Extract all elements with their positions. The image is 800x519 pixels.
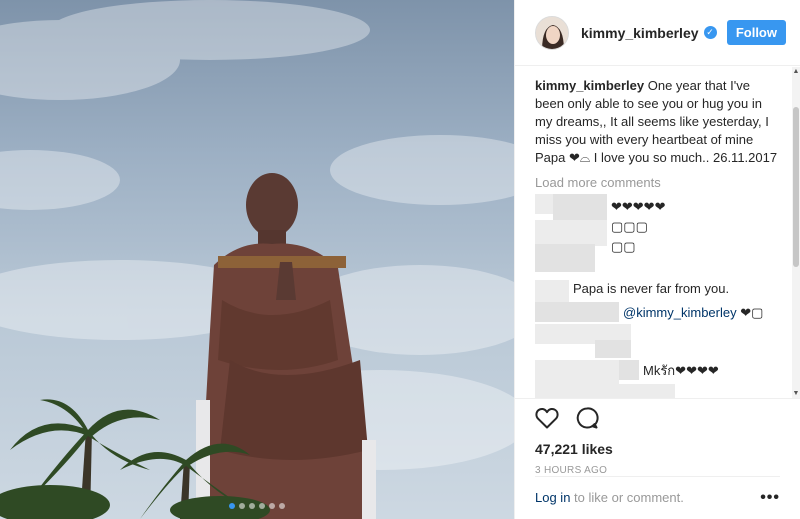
- blurred-block: [535, 220, 607, 246]
- comment-bubble-icon[interactable]: [575, 406, 599, 435]
- scroll-up-arrow-icon[interactable]: ▲: [792, 68, 800, 75]
- post-side-panel: kimmy_kimberley ✓ Follow kimmy_kimberley…: [514, 0, 800, 519]
- verified-badge-icon: ✓: [703, 26, 717, 39]
- post-actions: 47,221 likes 3 HOURS AGO: [515, 398, 800, 476]
- follow-button[interactable]: Follow: [726, 20, 786, 45]
- post-header: kimmy_kimberley ✓ Follow: [515, 0, 800, 66]
- carousel-dot-5[interactable]: [269, 503, 275, 509]
- comment-text: ❤▢: [740, 305, 764, 320]
- comment-line: @kimmy_kimberley ❤▢: [623, 304, 763, 322]
- blurred-username: [553, 194, 607, 222]
- post-username[interactable]: kimmy_kimberley: [581, 25, 699, 41]
- blurred-username: [535, 360, 619, 384]
- login-text: Log in to like or comment.: [535, 490, 684, 505]
- comment-text: ❤❤❤❤❤: [611, 199, 666, 214]
- action-icons: [535, 406, 781, 435]
- comment-text: Papa is never far from you.: [573, 281, 730, 296]
- blurred-username: [535, 302, 619, 322]
- login-prompt: Log in to like or comment. •••: [535, 476, 780, 518]
- comment-text: ▢▢▢: [611, 219, 648, 234]
- comment-text: ▢▢: [611, 239, 636, 254]
- post-timestamp[interactable]: 3 HOURS AGO: [535, 465, 781, 476]
- blurred-username: [535, 280, 569, 304]
- carousel-dot-2[interactable]: [239, 503, 245, 509]
- scroll-thumb[interactable]: [793, 107, 799, 267]
- list-item: Papa is never far from you.: [535, 280, 781, 304]
- carousel-indicator: [0, 503, 514, 509]
- list-item: ❤❤❤❤❤ ▢▢▢ ▢▢: [535, 194, 781, 274]
- heart-icon[interactable]: [535, 407, 559, 434]
- list-item: @kimmy_kimberley ❤▢: [535, 302, 781, 358]
- scroll-down-arrow-icon[interactable]: ▼: [792, 390, 800, 397]
- blurred-block: [619, 360, 639, 380]
- carousel-dot-3[interactable]: [249, 503, 255, 509]
- caption: kimmy_kimberley One year that I've been …: [535, 77, 781, 167]
- load-more-comments-link[interactable]: Load more comments: [535, 175, 781, 190]
- post-photo[interactable]: [0, 0, 514, 519]
- carousel-dot-1[interactable]: [229, 503, 235, 509]
- comments-scrollbar[interactable]: ▲ ▼: [792, 67, 800, 398]
- login-link[interactable]: Log in: [535, 490, 570, 505]
- blurred-avatar: [535, 194, 553, 214]
- blurred-block: [595, 340, 631, 358]
- caption-username[interactable]: kimmy_kimberley: [535, 78, 644, 93]
- list-item: Mkรัก❤❤❤❤: [535, 360, 781, 398]
- comment-text: Mkรัก❤❤❤❤: [643, 363, 719, 378]
- blurred-block: [535, 244, 595, 272]
- carousel-dot-4[interactable]: [259, 503, 265, 509]
- statue-image: [0, 0, 514, 519]
- avatar[interactable]: [535, 15, 569, 50]
- blurred-block: [535, 384, 675, 398]
- more-options-icon[interactable]: •••: [760, 489, 780, 507]
- likes-count[interactable]: 47,221 likes: [535, 441, 781, 457]
- carousel-dot-6[interactable]: [279, 503, 285, 509]
- comments-list[interactable]: kimmy_kimberley One year that I've been …: [515, 67, 800, 398]
- mention-link[interactable]: @kimmy_kimberley: [623, 305, 737, 320]
- login-rest: to like or comment.: [570, 490, 684, 505]
